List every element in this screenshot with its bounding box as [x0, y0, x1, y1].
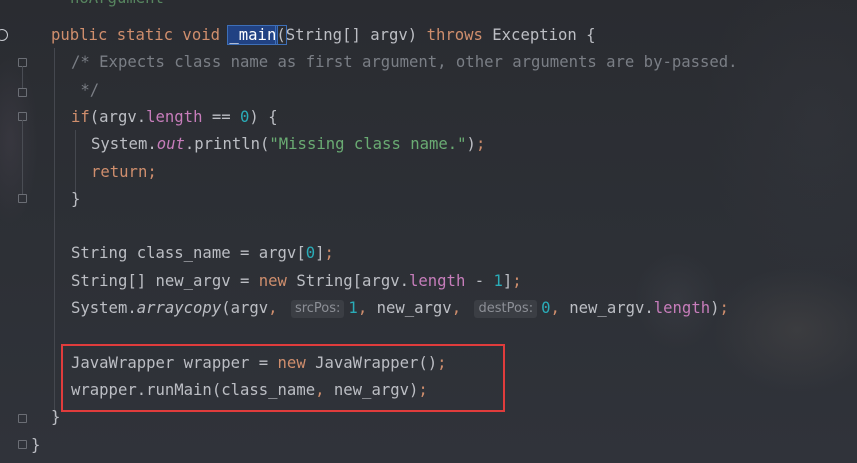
code-token: ; [324, 244, 334, 263]
parameter-hint: srcPos: [290, 300, 345, 318]
code-token: , [451, 299, 471, 317]
code-token: length [409, 271, 466, 290]
code-token: System. [71, 299, 137, 317]
code-line-ret[interactable]: return; [91, 159, 157, 186]
code-token: new [258, 271, 297, 290]
code-line-close1[interactable]: } [71, 186, 80, 213]
code-line-copy[interactable]: System.arraycopy(argv, srcPos: 1, new_arg… [71, 295, 729, 322]
code-token: length [653, 299, 711, 317]
code-token: ] [315, 244, 325, 263]
code-line-c1[interactable]: /* Expects class name as first argument,… [71, 49, 738, 76]
fold-close-icon[interactable] [18, 440, 27, 449]
code-line-cls[interactable]: String class_name = argv[0]; [71, 240, 334, 267]
code-token: 0 [305, 244, 316, 263]
fold-close-icon[interactable] [18, 194, 27, 203]
code-token: String class_name = argv[ [71, 244, 306, 263]
code-line-if[interactable]: if(argv.length == 0) { [71, 104, 278, 131]
code-token: String[] new_argv = [71, 271, 259, 290]
code-token: 1 [348, 299, 358, 317]
code-token: .println( [184, 135, 270, 154]
code-line-close3[interactable]: } [31, 432, 40, 459]
annotation-highlight-box [61, 344, 505, 412]
code-line-c2[interactable]: */ [71, 77, 99, 104]
code-token: , [357, 299, 377, 317]
code-token: new_argv. [569, 299, 654, 317]
fold-line [22, 66, 23, 88]
code-token: String[] argv) [285, 26, 427, 44]
code-token: } [51, 408, 61, 427]
code-line-newargv[interactable]: String[] new_argv = new String[argv.leng… [71, 268, 522, 295]
code-token: public static void [51, 26, 230, 44]
parameter-hint: destPos: [474, 300, 538, 318]
code-token: , [550, 299, 570, 317]
code-token: ; [719, 299, 729, 317]
indent-guide [54, 48, 55, 420]
code-token: if [71, 107, 90, 126]
code-token: ) [466, 135, 476, 154]
code-token: ; [475, 135, 486, 154]
code-token: return; [91, 162, 157, 181]
code-token: */ [71, 80, 100, 99]
code-token: 0 [240, 107, 250, 126]
code-token: - [465, 271, 494, 290]
code-token: out [156, 135, 185, 154]
code-token: ; [512, 271, 522, 290]
fold-line [22, 120, 23, 194]
code-token: "Missing class name." [269, 135, 467, 154]
code-line-sig[interactable]: public static void _main(String[] argv) … [51, 22, 596, 49]
code-token: System. [91, 135, 157, 154]
editor-gutter[interactable] [0, 0, 40, 463]
indent-guide [75, 130, 76, 194]
code-token: ) { [249, 107, 278, 126]
code-token: } [71, 189, 81, 208]
fold-close-icon[interactable] [18, 414, 27, 423]
code-editor[interactable]: noArgument public static void _main(Stri… [0, 0, 857, 463]
code-line-print[interactable]: System.out.println("Missing class name."… [91, 131, 485, 158]
code-token: ) [710, 299, 720, 317]
code-line-close2[interactable]: } [51, 404, 60, 431]
code-token: == [202, 107, 241, 126]
code-token: Exception { [492, 26, 596, 44]
partial-top-line: noArgument [70, 0, 164, 8]
code-token: (argv. [89, 107, 147, 126]
fold-close-icon[interactable] [18, 88, 27, 97]
code-token: 1 [493, 271, 503, 290]
code-token: ] [502, 271, 513, 290]
code-token: arraycopy [136, 299, 222, 317]
code-token: _main [227, 25, 279, 45]
code-token: new_argv [376, 299, 452, 317]
code-token: length [146, 107, 203, 126]
code-token: } [31, 435, 41, 454]
code-token: /* Expects class name as first argument,… [71, 53, 738, 72]
code-token: , [268, 299, 287, 317]
debug-marker-icon[interactable] [0, 29, 8, 41]
code-token: (argv [221, 299, 269, 317]
code-token: throws [426, 26, 493, 44]
code-token: String[argv. [296, 271, 409, 290]
